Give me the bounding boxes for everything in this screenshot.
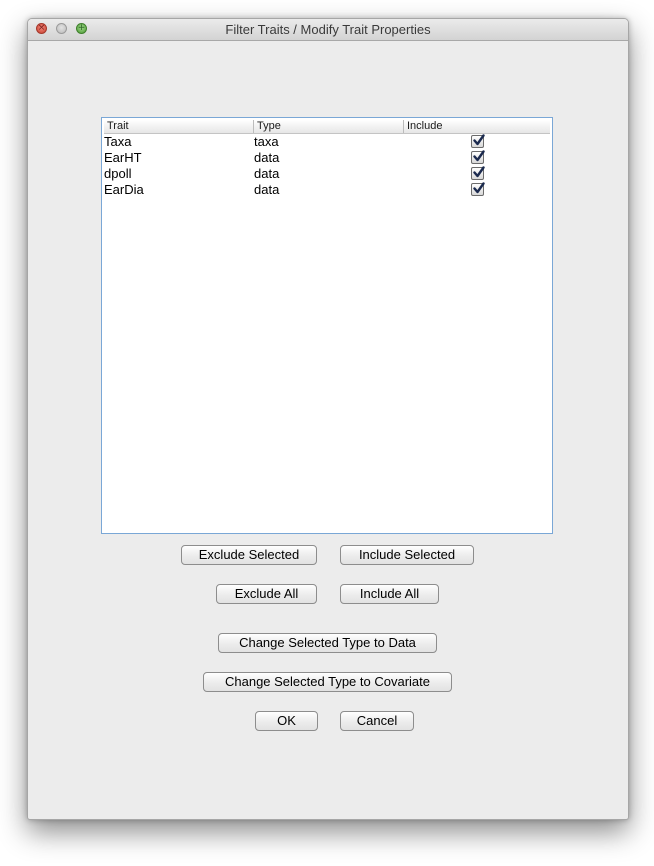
window-title: Filter Traits / Modify Trait Properties <box>225 22 431 37</box>
include-checkbox[interactable] <box>471 150 485 164</box>
table-row[interactable]: EarHT data <box>104 150 550 166</box>
trait-cell: EarHT <box>104 150 142 165</box>
cancel-button[interactable]: Cancel <box>340 711 414 731</box>
type-cell: data <box>254 182 280 197</box>
title-bar[interactable]: × + Filter Traits / Modify Trait Propert… <box>28 19 628 41</box>
type-cell: data <box>254 166 280 181</box>
table-row[interactable]: Taxa taxa <box>104 134 550 150</box>
type-cell: data <box>254 150 280 165</box>
trait-cell: Taxa <box>104 134 132 149</box>
change-type-to-data-button[interactable]: Change Selected Type to Data <box>218 633 437 653</box>
type-cell: taxa <box>254 134 279 149</box>
include-selected-button[interactable]: Include Selected <box>340 545 474 565</box>
trait-cell: EarDia <box>104 182 144 197</box>
checkmark-icon <box>473 134 485 146</box>
dialog-window: × + Filter Traits / Modify Trait Propert… <box>27 18 629 820</box>
column-header-include[interactable]: Include <box>404 120 550 133</box>
table-header: Trait Type Include <box>104 120 550 134</box>
include-cell <box>404 134 550 150</box>
change-type-to-covariate-button[interactable]: Change Selected Type to Covariate <box>203 672 452 692</box>
ok-button[interactable]: OK <box>255 711 318 731</box>
include-all-button[interactable]: Include All <box>340 584 439 604</box>
include-checkbox[interactable] <box>471 134 485 148</box>
exclude-selected-button[interactable]: Exclude Selected <box>181 545 317 565</box>
column-header-trait[interactable]: Trait <box>104 120 254 133</box>
checkmark-icon <box>473 150 485 162</box>
include-cell <box>404 182 550 198</box>
column-header-type[interactable]: Type <box>254 120 404 133</box>
checkmark-icon <box>473 166 485 178</box>
table-row[interactable]: dpoll data <box>104 166 550 182</box>
exclude-all-button[interactable]: Exclude All <box>216 584 317 604</box>
checkmark-icon <box>473 182 485 194</box>
include-cell <box>404 150 550 166</box>
table-row[interactable]: EarDia data <box>104 182 550 198</box>
trait-cell: dpoll <box>104 166 132 181</box>
include-checkbox[interactable] <box>471 166 485 180</box>
traits-table[interactable]: Trait Type Include Taxa taxa EarHT data <box>101 117 553 534</box>
include-checkbox[interactable] <box>471 182 485 196</box>
include-cell <box>404 166 550 182</box>
